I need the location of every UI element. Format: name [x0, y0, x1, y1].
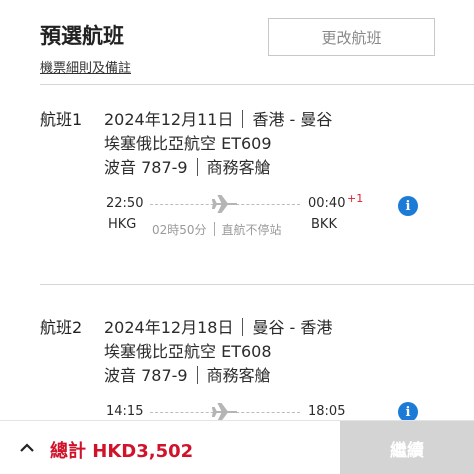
arrive-time: 18:05: [308, 404, 346, 419]
divider: [40, 284, 474, 285]
flight-date: 2024年12月11日: [104, 110, 234, 129]
flight-label: 航班2: [40, 318, 83, 337]
fare-rules-link[interactable]: 機票細則及備註: [40, 57, 131, 76]
flight-date-route: 2024年12月11日 香港 - 曼谷: [104, 106, 332, 130]
flight-route: 曼谷 - 香港: [252, 318, 333, 337]
flight-duration-stops: 02時50分 直航不停站: [152, 221, 282, 238]
separator: [196, 158, 198, 176]
total-price: 總計 HKD3,502: [50, 441, 194, 462]
separator: [196, 366, 198, 384]
day-offset: +1: [347, 192, 364, 205]
info-icon[interactable]: i: [398, 402, 418, 422]
flight-label: 航班1: [40, 110, 83, 129]
flight-duration: 02時50分: [152, 223, 207, 237]
flight-date-route: 2024年12月18日 曼谷 - 香港: [104, 314, 332, 338]
flight-stops: 直航不停站: [221, 223, 282, 237]
arrive-airport-code: BKK: [311, 217, 337, 232]
depart-time: 22:50: [106, 196, 144, 211]
divider: [40, 84, 474, 85]
info-icon[interactable]: i: [398, 196, 418, 216]
change-flight-button[interactable]: 更改航班: [268, 18, 435, 56]
depart-airport-code: HKG: [108, 217, 137, 232]
separator: [213, 222, 215, 236]
plane-icon: [212, 403, 237, 421]
aircraft-cabin: 波音 787-9 商務客艙: [104, 154, 271, 178]
separator: [242, 110, 244, 128]
aircraft-type: 波音 787-9: [104, 158, 188, 177]
flight-date: 2024年12月18日: [104, 318, 234, 337]
page-header: 預選航班 更改航班 機票細則及備註: [0, 0, 474, 82]
flight-route: 香港 - 曼谷: [252, 110, 333, 129]
cabin-class: 商務客艙: [206, 366, 271, 385]
booking-footer: 總計 HKD3,502 繼續: [0, 420, 474, 474]
page-title: 預選航班: [40, 24, 124, 48]
depart-time: 14:15: [106, 404, 144, 419]
airline-flight-number: 埃塞俄比亞航空 ET608: [104, 342, 272, 361]
aircraft-type: 波音 787-9: [104, 366, 188, 385]
arrive-time: 00:40: [308, 196, 346, 211]
plane-icon: [212, 195, 237, 213]
cabin-class: 商務客艙: [206, 158, 271, 177]
continue-button[interactable]: 繼續: [340, 421, 474, 474]
separator: [242, 318, 244, 336]
aircraft-cabin: 波音 787-9 商務客艙: [104, 362, 271, 386]
chevron-up-icon[interactable]: [18, 439, 36, 457]
airline-flight-number: 埃塞俄比亞航空 ET609: [104, 134, 272, 153]
